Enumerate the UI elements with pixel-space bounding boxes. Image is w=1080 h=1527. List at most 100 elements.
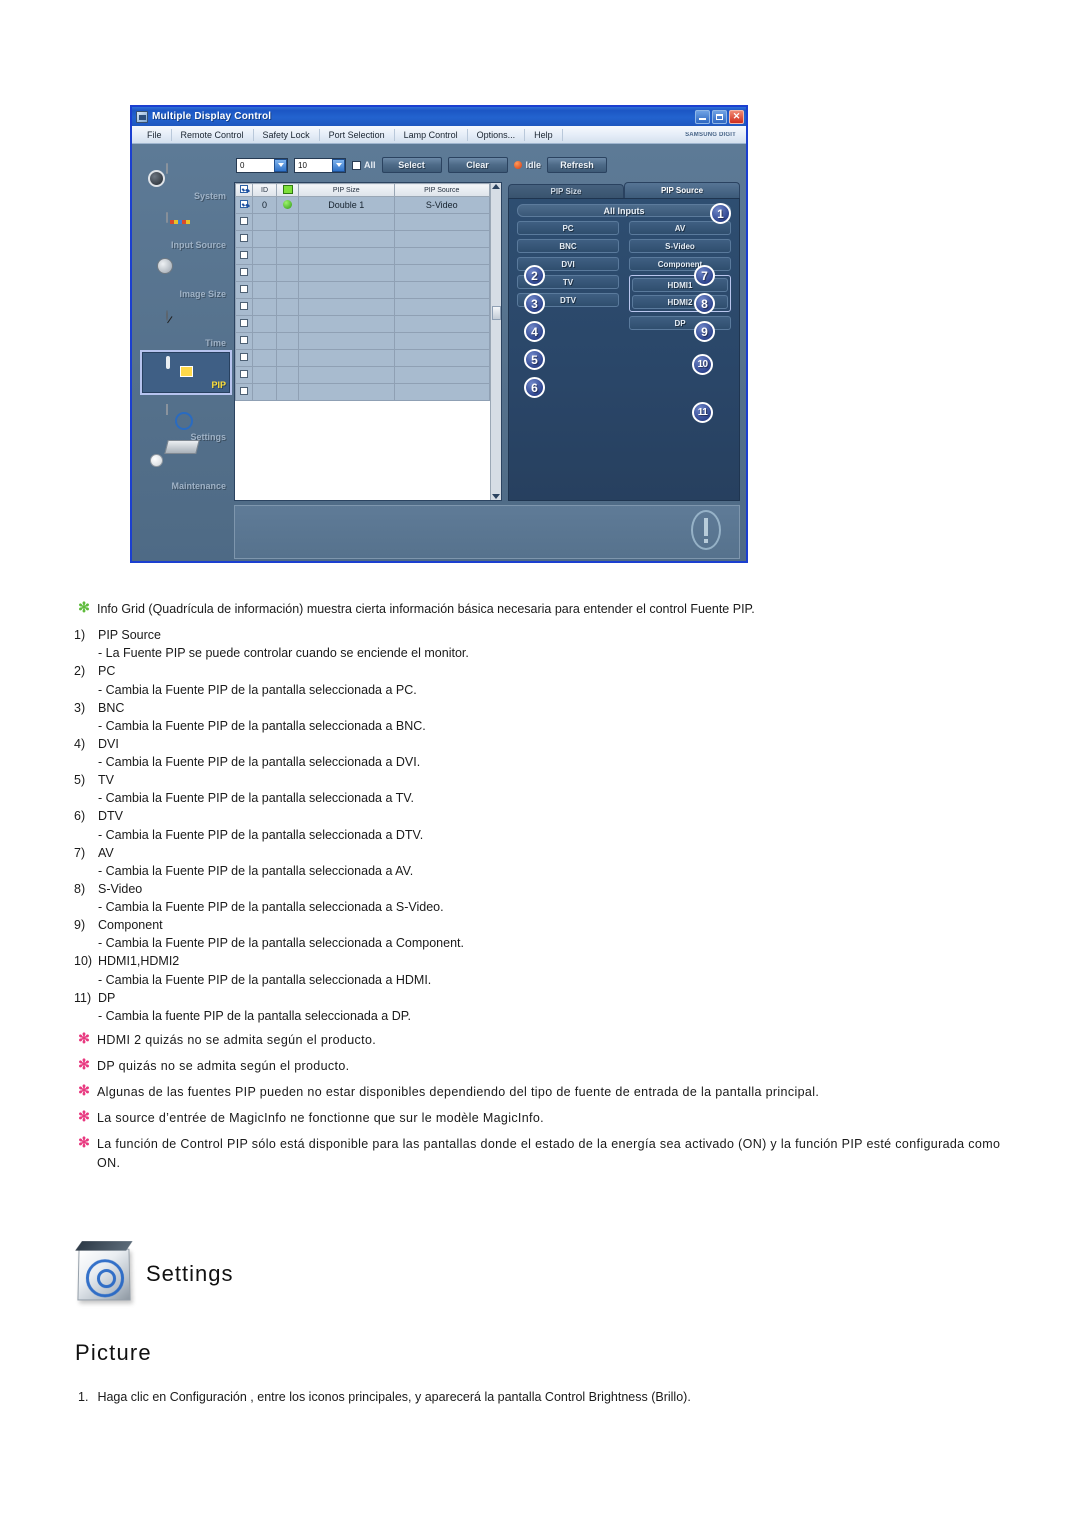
row-checkbox[interactable]	[235, 230, 253, 248]
refresh-button[interactable]: Refresh	[547, 157, 608, 173]
row-power-indicator	[276, 230, 299, 248]
mdc-application-window: Multiple Display Control ✕ File Remote C…	[130, 105, 748, 563]
maximize-button[interactable]	[712, 109, 727, 124]
table-header-row: ID PIP Size PIP Source	[235, 183, 490, 197]
picture-step-text: Haga clic en Configuración , entre los i…	[97, 1390, 691, 1404]
row-checkbox[interactable]	[235, 196, 253, 214]
sidebar-item-system[interactable]: System	[140, 154, 232, 203]
row-checkbox[interactable]	[235, 247, 253, 265]
row-power-indicator	[276, 213, 299, 231]
scrollbar-thumb[interactable]	[491, 305, 501, 320]
sidebar-item-maintenance[interactable]: Maintenance	[140, 444, 232, 493]
row-id	[252, 213, 277, 231]
row-pip-size	[298, 230, 395, 248]
table-row[interactable]	[235, 349, 490, 367]
tab-pip-source[interactable]: PIP Source	[624, 182, 740, 198]
row-checkbox[interactable]	[235, 315, 253, 333]
status-panel	[234, 505, 740, 559]
source-button-dp[interactable]: DP	[629, 316, 731, 330]
table-row[interactable]	[235, 230, 490, 248]
table-row[interactable]	[235, 315, 490, 333]
hdmi-group: HDMI1 HDMI2	[629, 275, 731, 312]
table-row[interactable]	[235, 383, 490, 401]
table-row[interactable]: 0 Double 1 S-Video	[235, 196, 490, 214]
chevron-down-icon[interactable]	[274, 158, 287, 172]
row-checkbox[interactable]	[235, 366, 253, 384]
table-row[interactable]	[235, 213, 490, 231]
maintenance-icon	[166, 454, 206, 484]
callout-10: 10	[692, 354, 713, 375]
asterisk-icon: ✻	[78, 1134, 90, 1151]
menu-item-help[interactable]: Help	[525, 128, 563, 141]
list-item-number: 11)	[74, 990, 92, 1005]
source-button-bnc[interactable]: BNC	[517, 239, 619, 253]
callout-9: 9	[694, 321, 715, 342]
sidebar-item-image-size[interactable]: Image Size	[140, 252, 232, 301]
picture-subheading: Picture	[75, 1340, 152, 1365]
table-row[interactable]	[235, 281, 490, 299]
sidebar-item-time[interactable]: Time	[140, 301, 232, 350]
vertical-scrollbar[interactable]	[490, 183, 501, 500]
row-pip-size	[298, 264, 395, 282]
select-button[interactable]: Select	[381, 157, 442, 173]
row-power-indicator	[276, 298, 299, 316]
range-end-select[interactable]: 10	[294, 157, 346, 173]
sidebar-item-pip[interactable]: PIP	[140, 350, 232, 395]
row-power-indicator	[276, 281, 299, 299]
menu-item-safety-lock[interactable]: Safety Lock	[254, 128, 320, 141]
menu-item-options[interactable]: Options...	[468, 128, 526, 141]
note: ✻ DP quizás no se admita según el produc…	[0, 1057, 1080, 1075]
menu-item-remote-control[interactable]: Remote Control	[172, 128, 254, 141]
scroll-down-icon[interactable]	[492, 494, 500, 499]
menu-item-lamp-control[interactable]: Lamp Control	[395, 128, 468, 141]
close-icon[interactable]: ✕	[729, 109, 744, 124]
minimize-button[interactable]	[695, 109, 710, 124]
exclamation-icon	[691, 510, 725, 552]
clear-button[interactable]: Clear	[447, 157, 508, 173]
menu-item-port-selection[interactable]: Port Selection	[320, 128, 395, 141]
all-checkbox[interactable]: All	[352, 160, 376, 170]
list-item-number: 6)	[74, 809, 86, 824]
source-button-s-video[interactable]: S-Video	[629, 239, 731, 253]
list-item-desc: - Cambia la fuente PIP de la pantalla se…	[98, 1008, 411, 1023]
row-pip-size	[298, 247, 395, 265]
window-title: Multiple Display Control	[152, 111, 272, 122]
system-icon	[166, 162, 206, 194]
row-checkbox[interactable]	[235, 349, 253, 367]
chevron-down-icon[interactable]	[332, 158, 345, 172]
scroll-up-icon[interactable]	[492, 184, 500, 189]
checkbox-icon[interactable]	[352, 160, 361, 170]
table-row[interactable]	[235, 298, 490, 316]
row-checkbox[interactable]	[235, 264, 253, 282]
row-checkbox[interactable]	[235, 298, 253, 316]
list-item: 2) PC	[0, 662, 1080, 680]
all-inputs-button[interactable]: All Inputs	[517, 204, 731, 217]
menu-item-file[interactable]: File	[138, 128, 172, 141]
row-pip-source	[393, 247, 490, 265]
column-header-select[interactable]	[235, 183, 253, 197]
list-item-number: 1)	[74, 628, 86, 643]
source-button-component[interactable]: Component	[629, 257, 731, 271]
table-row[interactable]	[235, 366, 490, 384]
table-row[interactable]	[235, 247, 490, 265]
table-row[interactable]	[235, 332, 490, 350]
row-checkbox[interactable]	[235, 213, 253, 231]
list-item: 3) BNC	[0, 699, 1080, 717]
row-checkbox[interactable]	[235, 281, 253, 299]
row-pip-size	[298, 383, 395, 401]
settings-cube-icon	[75, 1241, 133, 1301]
tab-pip-size[interactable]: PIP Size	[508, 184, 624, 198]
list-item-desc: - Cambia la Fuente PIP de la pantalla se…	[98, 827, 424, 842]
info-grid-table-wrap: ID PIP Size PIP Source 0 Double 1 S-Vide…	[235, 183, 490, 500]
table-row[interactable]	[235, 264, 490, 282]
row-checkbox[interactable]	[235, 383, 253, 401]
row-id	[252, 349, 277, 367]
sidebar-item-input-source[interactable]: Input Source	[140, 203, 232, 252]
range-start-select[interactable]: 0	[236, 157, 288, 173]
status-label: Idle	[525, 160, 542, 170]
callout-2: 2	[524, 265, 545, 286]
row-checkbox[interactable]	[235, 332, 253, 350]
sidebar-item-settings[interactable]: Settings	[140, 395, 232, 444]
list-item-desc: - Cambia la Fuente PIP de la pantalla se…	[98, 791, 414, 806]
source-button-pc[interactable]: PC	[517, 221, 619, 235]
